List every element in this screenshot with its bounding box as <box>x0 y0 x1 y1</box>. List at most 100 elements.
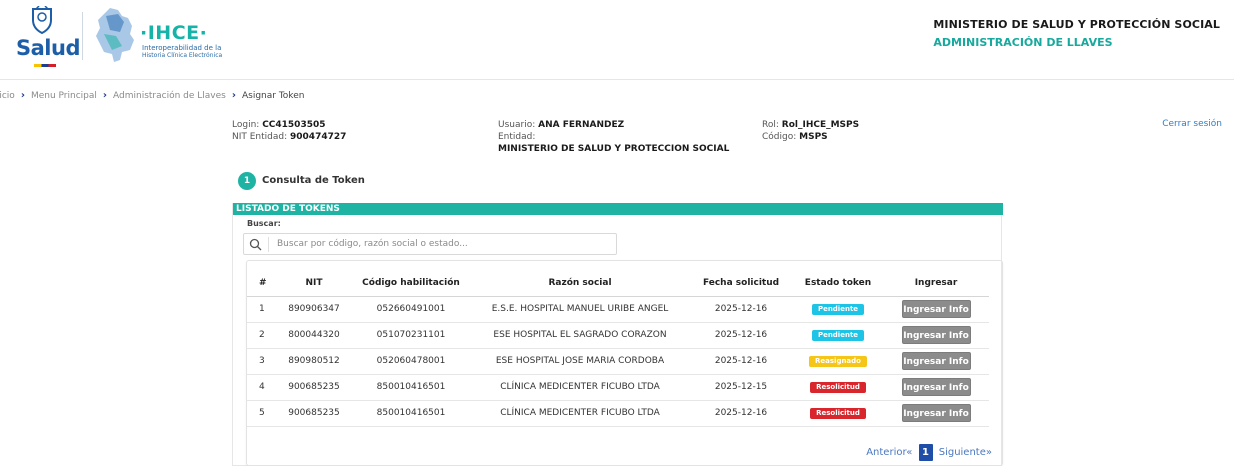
pagination-next[interactable]: Siguiente» <box>939 447 992 458</box>
colombia-map-icon <box>96 8 134 62</box>
table-row: 1 890906347 052660491001 E.S.E. HOSPITAL… <box>247 296 989 323</box>
usuario-label: Usuario: <box>498 120 536 130</box>
header: Salud ·IHCE· Interoperabilidad de la His… <box>0 0 1234 80</box>
ingresar-info-button[interactable]: Ingresar Info <box>901 300 971 318</box>
chevron-right-icon: › <box>102 90 108 101</box>
ihce-logo: ·IHCE· Interoperabilidad de la Historia … <box>92 6 252 66</box>
cell-razon: E.S.E. HOSPITAL MANUEL URIBE ANGEL <box>471 296 689 323</box>
ingresar-info-button[interactable]: Ingresar Info <box>901 378 971 396</box>
chevron-right-icon: › <box>231 90 236 101</box>
status-badge: Pendiente <box>811 303 865 315</box>
user-info-rol: Rol: Rol_IHCE_MSPS Código: MSPS <box>762 119 859 143</box>
tokens-panel: LISTADO DE TOKENS Buscar: Buscar por cód… <box>232 203 1003 466</box>
cell-codigo: 052060478001 <box>351 348 471 375</box>
cell-ingresar: Ingresar Info <box>883 374 989 401</box>
search-box[interactable]: Buscar por código, razón social o estado… <box>243 233 617 255</box>
ingresar-info-button[interactable]: Ingresar Info <box>901 326 971 344</box>
cell-nit: 900685235 <box>277 400 351 427</box>
codigo-value: MSPS <box>799 132 828 142</box>
nit-label: NIT Entidad: <box>232 132 288 142</box>
cell-nit: 890906347 <box>277 296 351 323</box>
cell-ingresar: Ingresar Info <box>883 400 989 427</box>
cell-nit: 900685235 <box>277 374 351 401</box>
cell-number: 3 <box>247 348 277 375</box>
cell-codigo: 051070231101 <box>351 322 471 349</box>
col-header-fecha: Fecha solicitud <box>689 270 793 297</box>
cell-nit: 800044320 <box>277 322 351 349</box>
cell-razon: ESE HOSPITAL JOSE MARIA CORDOBA <box>471 348 689 375</box>
codigo-label: Código: <box>762 132 797 142</box>
breadcrumb-inicio[interactable]: Inicio <box>0 91 15 101</box>
cell-razon: CLÍNICA MEDICENTER FICUBO LTDA <box>471 400 689 427</box>
cell-codigo: 850010416501 <box>351 400 471 427</box>
search-divider <box>268 237 269 252</box>
col-header-ingresar: Ingresar <box>883 270 989 297</box>
cell-fecha: 2025-12-16 <box>689 400 793 427</box>
step-number: 1 <box>238 172 256 190</box>
ingresar-info-button[interactable]: Ingresar Info <box>901 404 971 422</box>
status-badge: Reasignado <box>809 355 867 367</box>
ihce-logo-subtitle-1: Interoperabilidad de la <box>142 44 222 52</box>
status-badge: Pendiente <box>811 329 865 341</box>
breadcrumb-administracion[interactable]: Administración de Llaves <box>113 91 226 101</box>
entidad-value: MINISTERIO DE SALUD Y PROTECCION SOCIAL <box>498 144 730 154</box>
chevron-right-icon: › <box>20 90 25 101</box>
salud-logo: Salud <box>8 4 80 68</box>
cell-fecha: 2025-12-16 <box>689 322 793 349</box>
tokens-table-container: # NIT Código habilitación Razón social F… <box>246 260 1003 466</box>
cell-razon: CLÍNICA MEDICENTER FICUBO LTDA <box>471 374 689 401</box>
rol-value: Rol_IHCE_MSPS <box>781 120 860 130</box>
cell-fecha: 2025-12-16 <box>689 348 793 375</box>
cell-estado: Pendiente <box>793 296 883 323</box>
breadcrumb-current: Asignar Token <box>241 91 305 101</box>
step-label: Consulta de Token <box>262 175 365 186</box>
ministry-block: MINISTERIO DE SALUD Y PROTECCIÓN SOCIAL … <box>933 18 1220 49</box>
ingresar-info-button[interactable]: Ingresar Info <box>901 352 971 370</box>
cell-number: 2 <box>247 322 277 349</box>
cell-fecha: 2025-12-15 <box>689 374 793 401</box>
cell-codigo: 052660491001 <box>351 296 471 323</box>
entidad-label: Entidad: <box>498 132 536 142</box>
breadcrumb: Inicio › Menu Principal › Administración de … <box>0 90 304 101</box>
col-header-number: # <box>247 270 277 297</box>
table-row: 2 800044320 051070231101 ESE HOSPITAL EL… <box>247 322 989 349</box>
search-input[interactable]: Buscar por código, razón social o estado… <box>277 239 468 249</box>
rol-label: Rol: <box>762 120 779 130</box>
cell-estado: Resolicitud <box>793 400 883 427</box>
user-info-usuario: Usuario: ANA FERNANDEZ Entidad: MINISTER… <box>498 119 729 155</box>
table-header-row: # NIT Código habilitación Razón social F… <box>247 270 989 297</box>
cell-estado: Resolicitud <box>793 374 883 401</box>
nit-value: 900474727 <box>290 132 347 142</box>
cell-estado: Pendiente <box>793 322 883 349</box>
col-header-estado: Estado token <box>793 270 883 297</box>
table-row: 5 900685235 850010416501 CLÍNICA MEDICEN… <box>247 400 989 427</box>
pagination-prev[interactable]: Anterior« <box>866 447 912 458</box>
flag-stripe <box>34 64 56 67</box>
search-icon <box>249 238 262 251</box>
search-label: Buscar: <box>247 219 281 228</box>
pagination-page-current[interactable]: 1 <box>918 444 933 461</box>
pagination: Anterior« 1 Siguiente» <box>866 444 992 462</box>
user-info-login: Login: CC41503505 NIT Entidad: 900474727 <box>232 119 346 143</box>
status-badge: Resolicitud <box>810 407 866 419</box>
tokens-table: # NIT Código habilitación Razón social F… <box>247 270 989 427</box>
cell-number: 5 <box>247 400 277 427</box>
login-label: Login: <box>232 120 260 130</box>
cell-fecha: 2025-12-16 <box>689 296 793 323</box>
col-header-razon: Razón social <box>471 270 689 297</box>
ihce-logo-subtitle-2: Historia Clínica Electrónica <box>142 52 223 59</box>
cell-ingresar: Ingresar Info <box>883 296 989 323</box>
logout-link[interactable]: Cerrar sesión <box>1162 119 1222 129</box>
cell-number: 1 <box>247 296 277 323</box>
cell-ingresar: Ingresar Info <box>883 322 989 349</box>
table-row: 4 900685235 850010416501 CLÍNICA MEDICEN… <box>247 374 989 401</box>
cell-nit: 890980512 <box>277 348 351 375</box>
breadcrumb-menu-principal[interactable]: Menu Principal <box>31 91 97 101</box>
ihce-logo-text: ·IHCE· <box>140 22 208 44</box>
cell-ingresar: Ingresar Info <box>883 348 989 375</box>
salud-logo-text: Salud <box>16 36 80 60</box>
ministry-title: MINISTERIO DE SALUD Y PROTECCIÓN SOCIAL <box>933 18 1220 31</box>
table-row: 3 890980512 052060478001 ESE HOSPITAL JO… <box>247 348 989 375</box>
ministry-subtitle: ADMINISTRACIÓN DE LLAVES <box>933 36 1113 49</box>
status-badge: Resolicitud <box>810 381 866 393</box>
